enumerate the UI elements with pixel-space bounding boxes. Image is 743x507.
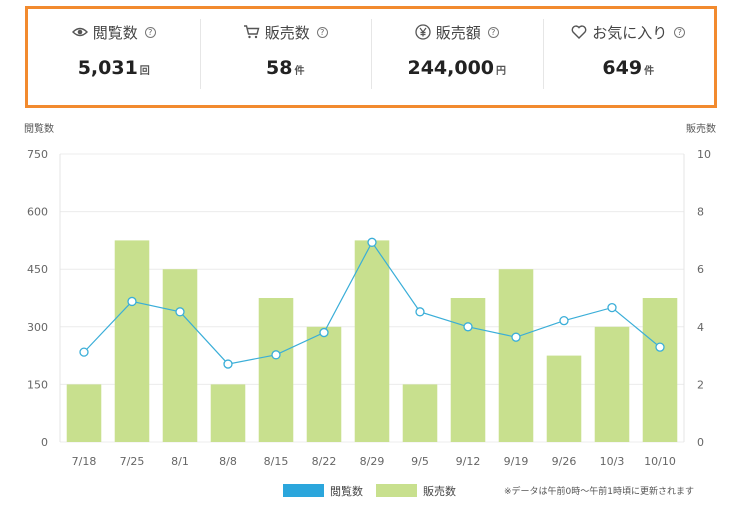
x-tick-label: 9/12	[456, 455, 481, 468]
y-right-tick-label: 4	[697, 321, 704, 334]
x-tick-label: 9/19	[504, 455, 529, 468]
line-point	[127, 296, 137, 307]
bar	[546, 355, 582, 442]
combo-chart: 01503004506007500246810閲覧数 販売数7/18 7/25 8/1…	[24, 122, 716, 498]
x-tick-label: 10/3	[600, 455, 625, 468]
bar	[114, 240, 150, 442]
y-left-tick-label: 0	[41, 436, 48, 449]
y-right-tick-label: 6	[697, 263, 704, 276]
x-tick-label: 9/5	[411, 455, 429, 468]
y-left-axis-title: 閲覧数	[24, 122, 54, 135]
legend-swatch-sales	[376, 484, 417, 497]
line-point	[607, 302, 617, 313]
y-right-axis-title: 販売数	[686, 122, 716, 135]
line-point	[223, 359, 233, 369]
line-point	[367, 237, 377, 247]
x-tick-label: 8/22	[312, 455, 337, 468]
legend-label-views: 閲覧数	[330, 484, 363, 498]
line-point	[415, 307, 425, 317]
line-point	[175, 307, 185, 317]
x-tick-label: 7/25	[120, 455, 145, 468]
bar	[66, 384, 102, 442]
line-point	[271, 350, 281, 360]
bar	[498, 269, 534, 442]
line-point	[511, 332, 521, 342]
x-tick-label: 9/26	[552, 455, 577, 468]
x-tick-label: 8/8	[219, 455, 237, 468]
legend-label-sales: 販売数	[423, 485, 456, 498]
bar	[354, 240, 390, 442]
bar	[450, 298, 486, 442]
line-point	[463, 322, 473, 332]
y-right-tick-label: 10	[697, 148, 711, 161]
line-point	[559, 316, 569, 326]
y-left-tick-label: 150	[27, 378, 48, 391]
x-tick-label: 8/1	[171, 455, 189, 468]
x-tick-label: 7/18	[72, 455, 97, 468]
line-point	[319, 327, 329, 338]
y-right-tick-label: 8	[697, 206, 704, 219]
bar	[402, 384, 438, 442]
y-left-tick-label: 750	[27, 148, 48, 161]
legend-swatch-views	[283, 484, 324, 497]
y-left-tick-label: 450	[27, 263, 48, 276]
bar	[258, 298, 294, 442]
y-right-tick-label: 0	[697, 436, 704, 449]
update-note: ※データは午前0時～午前1時頃に更新されます	[504, 485, 694, 497]
line-point	[655, 342, 665, 352]
y-right-tick-label: 2	[697, 378, 704, 391]
x-tick-label: 10/10	[644, 455, 676, 468]
y-left-tick-label: 300	[27, 321, 48, 334]
line-point	[79, 347, 89, 357]
bar	[210, 384, 246, 442]
bar	[594, 326, 630, 442]
x-tick-label: 8/29	[360, 455, 385, 468]
y-left-tick-label: 600	[27, 206, 48, 219]
bar	[162, 269, 198, 442]
bar	[642, 298, 678, 442]
bar	[306, 326, 342, 442]
x-tick-label: 8/15	[264, 455, 289, 468]
